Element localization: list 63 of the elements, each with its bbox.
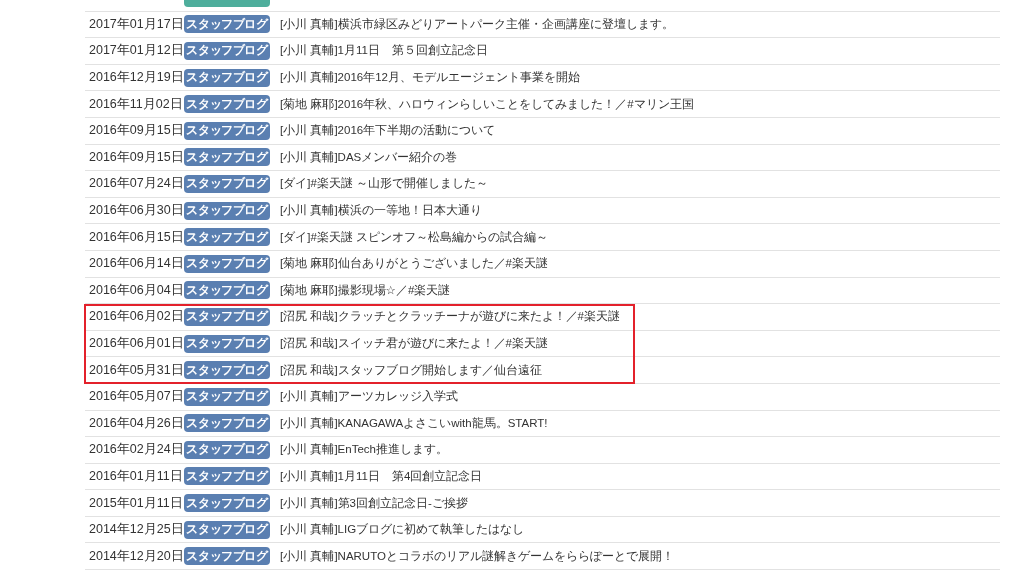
category-badge: スタッフブログ: [184, 547, 270, 566]
entry-date: 2016年09月15日: [89, 122, 184, 140]
entry-date: 2017年01月17日: [89, 15, 184, 33]
category-badge: スタッフブログ: [184, 254, 270, 273]
category-badge: スタッフブログ: [184, 201, 270, 220]
category-badge: スタッフブログ: [184, 334, 270, 353]
entry-date: 2016年01月11日: [89, 468, 183, 485]
entry-link[interactable]: [小川 真輔]第3回創立記念日-ご挨拶: [280, 495, 468, 511]
category-badge: スタッフブログ: [184, 361, 270, 380]
entry-date: 2016年06月02日: [89, 308, 184, 326]
entry-link[interactable]: [小川 真輔]横浜市緑区みどりアートパーク主催・企画講座に登壇します。: [280, 16, 674, 32]
category-badge: スタッフブログ: [184, 228, 270, 247]
entry-link[interactable]: [菊地 麻耶]2016年秋、ハロウィンらしいことをしてみました！／#マリン王国: [280, 96, 694, 112]
entry-date: 2016年04月26日: [89, 414, 184, 432]
entry-link[interactable]: [ダイ]#楽天謎 スピンオフ～松島編からの試合編～: [280, 229, 548, 245]
entry-date: 2016年06月01日: [89, 335, 184, 352]
entry-date: 2014年12月20日: [89, 547, 184, 565]
entry-link[interactable]: [菊地 麻耶]撮影現場☆／#楽天謎: [280, 282, 451, 298]
entry-date: 2016年06月14日: [89, 255, 184, 273]
entry-link[interactable]: [小川 真輔]KANAGAWAよさこいwith龍馬。START!: [280, 415, 548, 431]
entry-date: 2016年09月15日: [89, 148, 184, 166]
entry-date: 2016年12月19日: [89, 69, 184, 87]
category-badge: スタッフブログ: [184, 467, 270, 486]
entry-link[interactable]: [菊地 麻耶]仙台ありがとうございました／#楽天謎: [280, 256, 548, 272]
category-badge: スタッフブログ: [184, 15, 270, 34]
entry-link[interactable]: [小川 真輔]1月11日 第4回創立記念日: [280, 469, 483, 484]
category-badge: スタッフブログ: [184, 42, 270, 60]
entry-date: 2016年11月02日: [89, 95, 183, 113]
entry-link[interactable]: [小川 真輔]2016年下半期の活動について: [280, 123, 496, 139]
category-badge: スタッフブログ: [184, 307, 270, 326]
entry-date: 2016年02月24日: [89, 441, 184, 459]
entry-date: 2016年06月30日: [89, 202, 184, 220]
category-badge: スタッフブログ: [184, 520, 270, 539]
entry-link[interactable]: [小川 真輔]2016年12月、モデルエージェント事業を開始: [280, 70, 580, 86]
entry-link[interactable]: [沼尻 和哉]クラッチとクラッチーナが遊びに来たよ！／#楽天謎: [280, 309, 620, 325]
entry-date: 2016年07月24日: [89, 175, 184, 193]
entry-date: 2016年05月31日: [89, 361, 184, 379]
entry-date: 2017年01月12日: [89, 42, 184, 60]
category-badge: スタッフブログ: [184, 387, 270, 406]
entry-link[interactable]: [小川 真輔]横浜の一等地！日本大通り: [280, 203, 482, 219]
category-badge: スタッフブログ: [184, 440, 270, 459]
category-badge: スタッフブログ: [184, 95, 270, 114]
entry-link[interactable]: [小川 真輔]1月11日 第５回創立記念日: [280, 43, 488, 59]
entry-link[interactable]: [沼尻 和哉]スイッチ君が遊びに来たよ！／#楽天謎: [280, 336, 548, 351]
entry-link[interactable]: [小川 真輔]NARUTOとコラボのリアル謎解きゲームをららぽーとで展開！: [280, 548, 674, 564]
entry-link[interactable]: [小川 真輔]LIGブログに初めて執筆したはなし: [280, 522, 525, 538]
category-badge: スタッフブログ: [184, 414, 270, 433]
entry-date: 2015年01月11日: [89, 494, 183, 512]
entry-link[interactable]: [小川 真輔]アーツカレッジ入学式: [280, 389, 458, 405]
entry-link[interactable]: [ダイ]#楽天謎 ～山形で開催しました～: [280, 176, 488, 192]
entry-link[interactable]: [小川 真輔]EnTech推進します。: [280, 442, 448, 458]
category-badge: スタッフブログ: [184, 494, 270, 513]
category-badge: スタッフブログ: [184, 68, 270, 87]
category-badge: スタッフブログ: [184, 281, 270, 300]
category-badge: スタッフブログ: [184, 121, 270, 140]
category-badge: スタッフブログ: [184, 174, 270, 193]
entry-date: 2016年06月04日: [89, 281, 184, 299]
entry-date: 2014年12月25日: [89, 521, 184, 539]
entry-link[interactable]: [沼尻 和哉]スタッフブログ開始します／仙台遠征: [280, 362, 542, 378]
entry-link[interactable]: [小川 真輔]DASメンバー紹介の巻: [280, 149, 458, 165]
entry-date: 2016年05月07日: [89, 388, 184, 406]
entry-date: 2016年06月15日: [89, 228, 184, 246]
category-badge: スタッフブログ: [184, 148, 270, 167]
